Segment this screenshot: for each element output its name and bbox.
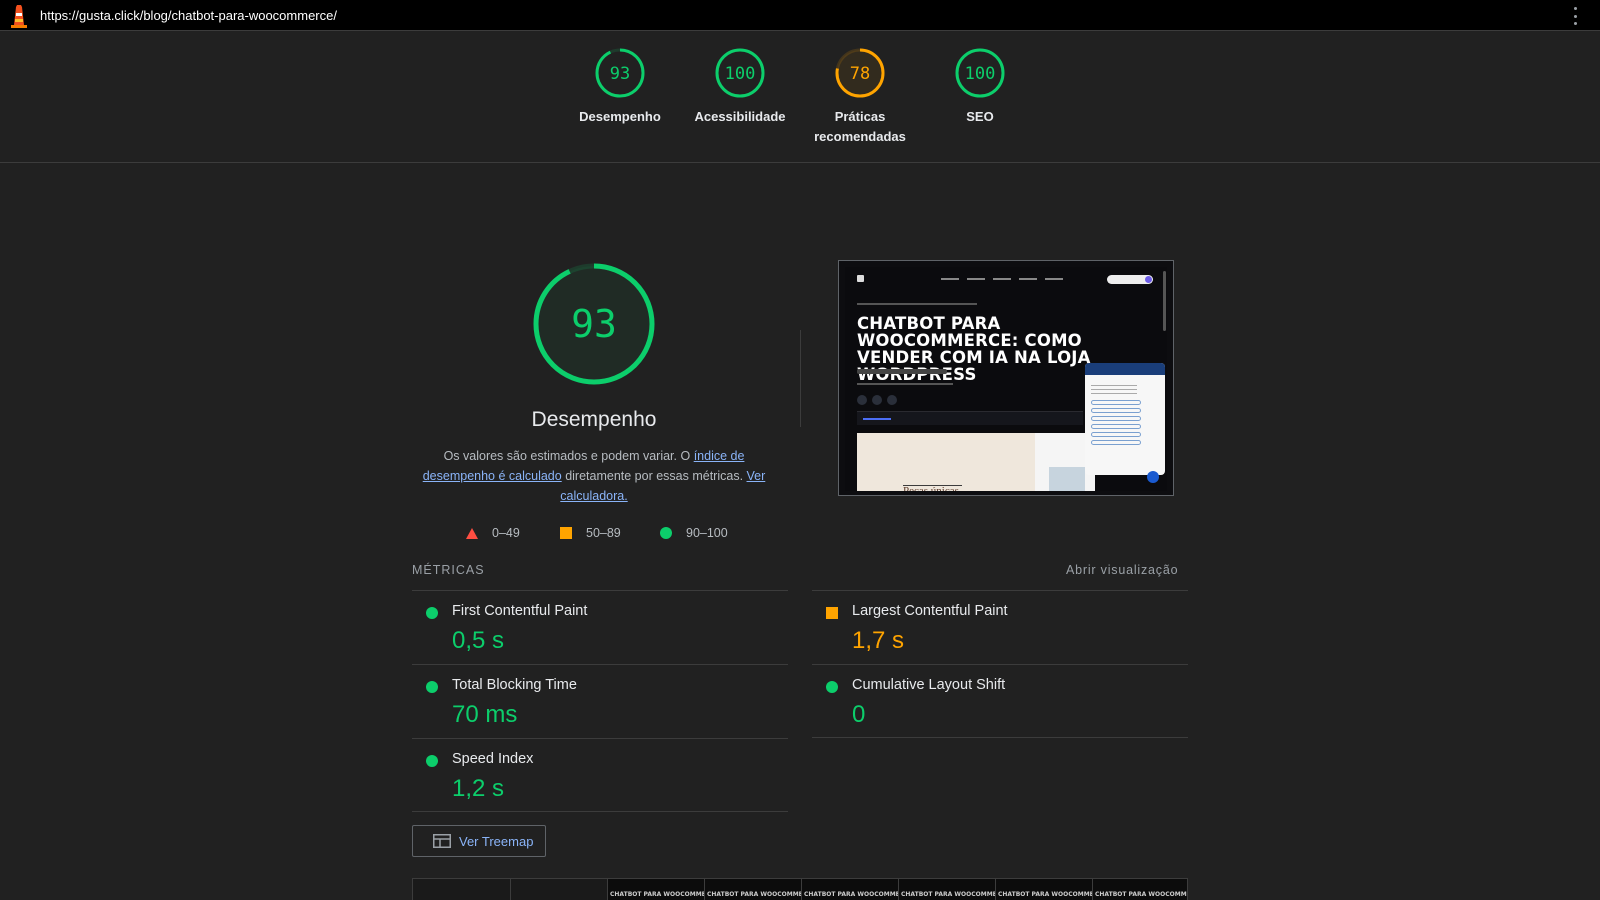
filmstrip-frame: CHATBOT PARA WOOCOMME [995, 879, 1094, 900]
filmstrip-frame: CHATBOT PARA WOOCOMME [704, 879, 803, 900]
score-seo[interactable]: 100 SEO [920, 47, 1040, 127]
category-label: Desempenho [579, 109, 661, 124]
filmstrip-frame: CHATBOT PARA WOOCOMME [898, 879, 997, 900]
score-gauge-icon: 93 [595, 48, 645, 98]
metrics-title: MÉTRICAS [412, 563, 485, 577]
score-acessibilidade[interactable]: 100 Acessibilidade [680, 47, 800, 127]
lighthouse-logo-icon [11, 5, 27, 28]
filmstrip-frame [510, 879, 607, 900]
divider [812, 737, 1188, 738]
pass-icon [426, 681, 438, 693]
view-treemap-button[interactable]: Ver Treemap [412, 825, 546, 857]
screenshot-hero-text: Peças únicas, [903, 485, 962, 491]
more-options-icon[interactable] [1567, 7, 1583, 25]
score-value: 100 [965, 64, 996, 84]
metric-total-blocking-time: Total Blocking Time 70 ms [412, 665, 788, 738]
legend-fail: 0–49 [466, 526, 520, 540]
final-screenshot[interactable]: CHATBOT PARA WOOCOMMERCE: COMO VENDER CO… [838, 260, 1174, 496]
score-value: 100 [725, 64, 756, 84]
expand-view-toggle[interactable]: Abrir visualização [1066, 563, 1178, 577]
circle-icon [660, 527, 672, 539]
url-bar: https://gusta.click/blog/chatbot-para-wo… [0, 0, 1600, 31]
score-gauge-icon: 100 [955, 48, 1005, 98]
score-gauge-icon: 78 [835, 48, 885, 98]
performance-score: 93 [571, 302, 617, 346]
filmstrip-frame: CHATBOT PARA WOOCOMME [1092, 879, 1187, 900]
score-value: 78 [850, 64, 870, 84]
filmstrip-frame [413, 879, 510, 900]
metric-cumulative-layout-shift: Cumulative Layout Shift 0 [812, 665, 1188, 738]
page-url: https://gusta.click/blog/chatbot-para-wo… [40, 8, 337, 23]
score-gauge-icon: 100 [715, 48, 765, 98]
category-label: SEO [966, 109, 994, 124]
treemap-icon [433, 834, 451, 848]
pass-icon [826, 681, 838, 693]
category-label: Práticas recomendadas [814, 109, 906, 144]
metric-speed-index: Speed Index 1,2 s [412, 739, 788, 812]
average-icon [826, 607, 838, 619]
performance-title: Desempenho [531, 408, 657, 431]
performance-gauge: 93 [533, 263, 655, 385]
legend-pass: 90–100 [660, 526, 728, 540]
pass-icon [426, 755, 438, 767]
metric-largest-contentful-paint: Largest Contentful Paint 1,7 s [812, 591, 1188, 664]
performance-description: Os valores são estimados e podem variar.… [422, 449, 766, 503]
filmstrip-frame: CHATBOT PARA WOOCOMME [801, 879, 900, 900]
score-praticas-recomendadas[interactable]: 78 Práticas recomendadas [800, 47, 920, 147]
category-scores-header: 93 Desempenho 100 Acessibilidade 78 Prát… [0, 31, 1600, 163]
score-desempenho[interactable]: 93 Desempenho [560, 47, 680, 127]
square-icon [560, 527, 572, 539]
filmstrip-frame: CHATBOT PARA WOOCOMME [607, 879, 706, 900]
pass-icon [426, 607, 438, 619]
divider [800, 330, 801, 427]
chat-widget-preview [1085, 363, 1165, 475]
metric-first-contentful-paint: First Contentful Paint 0,5 s [412, 591, 788, 664]
score-value: 93 [610, 64, 630, 84]
triangle-icon [466, 527, 478, 539]
divider [412, 811, 788, 812]
filmstrip: CHATBOT PARA WOOCOMME CHATBOT PARA WOOCO… [412, 878, 1188, 900]
legend-average: 50–89 [560, 526, 621, 540]
category-label: Acessibilidade [694, 109, 786, 124]
